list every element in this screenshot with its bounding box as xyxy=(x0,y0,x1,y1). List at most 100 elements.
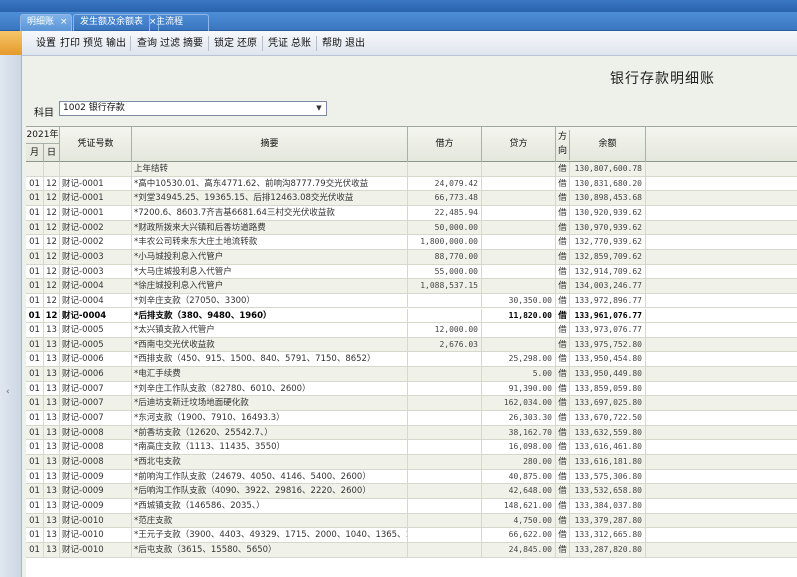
print-button[interactable]: 打印 xyxy=(60,37,80,51)
cell-empty xyxy=(646,177,797,191)
cell-balance: 133,575,306.80 xyxy=(570,469,646,484)
cell-credit xyxy=(482,337,556,352)
table-row[interactable]: 01 12 财记-0003 *小马城投利息入代管户 88,770.00 借 132,859,… xyxy=(26,249,797,265)
table-row[interactable]: 01 13 财记-0009 *西城镇支款（146586、2035、） 148,621.0… xyxy=(26,498,797,514)
cell-direction: 借 xyxy=(556,323,570,338)
cell-credit xyxy=(482,220,556,235)
cell-month: 01 xyxy=(26,396,44,411)
subject-select[interactable]: 1002 银行存款 ▼ xyxy=(59,101,327,116)
cell-voucher: 财记-0006 xyxy=(60,367,132,382)
help-button[interactable]: 帮助 xyxy=(322,37,342,51)
query-button[interactable]: 查询 xyxy=(137,37,157,51)
table-row[interactable]: 01 13 财记-0010 *后屯支款（3615、15580、5650） 24,845.… xyxy=(26,542,797,558)
cell-credit xyxy=(482,205,556,220)
cell-day: 13 xyxy=(44,498,60,513)
cell-empty xyxy=(646,455,797,469)
lock-button[interactable]: 锁定 xyxy=(214,37,234,51)
cell-direction: 借 xyxy=(556,176,570,191)
cell-debit xyxy=(408,455,482,469)
exit-button[interactable]: 退出 xyxy=(345,37,365,51)
header-year: 2021年 xyxy=(26,127,60,144)
cell-day: 12 xyxy=(44,308,60,323)
table-row[interactable]: 01 12 财记-0003 *大马庄城投利息入代管户 55,000.00 借 132,914… xyxy=(26,264,797,280)
cell-voucher: 财记-0004 xyxy=(60,279,132,294)
cell-month: 01 xyxy=(26,498,44,513)
cell-day: 12 xyxy=(44,191,60,206)
toolbar-separator xyxy=(262,36,263,51)
cell-summary: *电汇手续费 xyxy=(132,367,408,382)
cell-month: 01 xyxy=(26,293,44,308)
cell-summary: *西排支款（450、915、1500、840、5791、7150、8652） xyxy=(132,352,408,367)
table-row[interactable]: 01 12 财记-0004 *刘辛庄支款（27050、3300） 30,350.00 借 1… xyxy=(26,293,797,309)
cell-credit: 16,098.00 xyxy=(482,440,556,455)
cell-empty xyxy=(646,294,797,308)
cell-summary: *后响沟工作队支款（4090、3922、29816、2220、2600） xyxy=(132,484,408,499)
cell-direction: 借 xyxy=(556,513,570,528)
table-row[interactable]: 01 12 财记-0001 *高中10530.01、高东4771.62、前响沟8777… xyxy=(26,176,797,192)
close-icon[interactable]: × xyxy=(60,17,68,27)
voucher-button[interactable]: 凭证 xyxy=(268,37,288,51)
cell-direction: 借 xyxy=(556,337,570,352)
table-row[interactable]: 01 13 财记-0008 *南高庄支款（1113、11435、3550） 16,098… xyxy=(26,440,797,455)
table-row[interactable]: 01 13 财记-0007 *刘辛庄工作队支款（82780、6010、2600） 91,… xyxy=(26,381,797,397)
table-row[interactable]: 01 13 财记-0009 *前响沟工作队支款（24679、4050、4146、540… xyxy=(26,469,797,485)
cell-balance: 130,807,600.78 xyxy=(570,162,646,176)
table-row[interactable]: 01 13 财记-0005 *西南屯交光伏收益款 2,676.03 借 133,975,75… xyxy=(26,337,797,353)
table-row[interactable]: 01 12 财记-0004 *徐庄城投利息入代管户 1,088,537.15 借 134,0… xyxy=(26,279,797,294)
chevron-left-icon[interactable]: ‹ xyxy=(6,387,10,397)
cell-balance: 133,379,287.80 xyxy=(570,513,646,528)
table-row[interactable]: 01 12 财记-0004 *后排支款（380、9480、1960） 11,820.00… xyxy=(26,308,797,324)
header-balance: 余额 xyxy=(570,127,646,162)
cell-balance: 133,287,820.80 xyxy=(570,542,646,557)
table-row[interactable]: 01 12 财记-0001 *7200.6、8603.7齐吉基6681.64三村交光伏… xyxy=(26,205,797,221)
cell-credit xyxy=(482,162,556,176)
cell-month: 01 xyxy=(26,484,44,499)
table-row[interactable]: 01 13 财记-0006 *西排支款（450、915、1500、840、5791、7… xyxy=(26,352,797,368)
export-button[interactable]: 输出 xyxy=(106,37,126,51)
table-row[interactable]: 01 13 财记-0008 *西北屯支款 280.00 借 133,616,181.80 xyxy=(26,455,797,470)
table-row[interactable]: 01 13 财记-0009 *后响沟工作队支款（4090、3922、29816、222… xyxy=(26,484,797,499)
cell-credit: 148,621.00 xyxy=(482,498,556,513)
cell-balance: 133,632,559.80 xyxy=(570,425,646,440)
table-row[interactable]: 01 12 财记-0002 *财政所拨来大兴镇和后香坊道路费 50,000.00 借 130… xyxy=(26,220,797,236)
preview-button[interactable]: 预览 xyxy=(83,37,103,51)
table-row[interactable]: 01 13 财记-0005 *太兴镇支款入代管户 12,000.00 借 133,973,0… xyxy=(26,323,797,338)
cell-month: 01 xyxy=(26,440,44,455)
cell-empty xyxy=(646,396,797,410)
cell-direction: 借 xyxy=(556,249,570,264)
cell-day: 13 xyxy=(44,440,60,455)
ledger-table: 2021年 月 日 凭证号数 摘要 借方 贷方 方向 余额 上年结转借 130,8… xyxy=(26,126,797,577)
table-row[interactable]: 01 13 财记-0010 *王元子支款（3900、4403、49329、1715、2… xyxy=(26,528,797,543)
summary-button[interactable]: 摘要 xyxy=(183,37,203,51)
table-row[interactable]: 01 13 财记-0007 *后迪坊支新迁坟场地面硬化款 162,034.00 借 133,… xyxy=(26,396,797,412)
table-row[interactable]: 上年结转 借 130,807,600.78 xyxy=(26,162,797,177)
cell-balance: 133,532,658.80 xyxy=(570,484,646,499)
cell-debit: 88,770.00 xyxy=(408,249,482,264)
cell-summary: *前香坊支款（12620、25542.7、） xyxy=(132,425,408,440)
cell-empty xyxy=(646,323,797,337)
table-row[interactable]: 01 13 财记-0007 *东河支款（1900、7910、16493.3） 26,30… xyxy=(26,411,797,426)
table-row[interactable]: 01 13 财记-0008 *前香坊支款（12620、25542.7、） 38,162.… xyxy=(26,425,797,441)
cell-empty xyxy=(646,514,797,528)
tab-detail-ledger[interactable]: 明细账 × xyxy=(20,14,72,31)
settings-button[interactable]: 设置 xyxy=(36,37,56,51)
cell-summary: *徐庄城投利息入代管户 xyxy=(132,279,408,294)
cell-balance: 133,972,896.77 xyxy=(570,293,646,308)
cell-day: 13 xyxy=(44,337,60,352)
cell-empty xyxy=(646,221,797,235)
chevron-down-icon[interactable]: ▼ xyxy=(313,103,325,114)
cell-month: 01 xyxy=(26,425,44,440)
cell-debit xyxy=(408,528,482,543)
cell-day: 13 xyxy=(44,542,60,557)
filter-button[interactable]: 过滤 xyxy=(160,37,180,51)
restore-button[interactable]: 还原 xyxy=(237,37,257,51)
cell-voucher: 财记-0005 xyxy=(60,323,132,338)
tab-main-flow[interactable]: 主流程 xyxy=(149,14,209,31)
tab-balance-sheet[interactable]: 发生额及余额表 × xyxy=(73,14,159,31)
table-row[interactable]: 01 13 财记-0006 *电汇手续费 5.00 借 133,950,449.80 xyxy=(26,367,797,382)
table-row[interactable]: 01 13 财记-0010 *范庄支款 4,750.00 借 133,379,287.80 xyxy=(26,513,797,529)
general-ledger-button[interactable]: 总账 xyxy=(291,37,311,51)
table-row[interactable]: 01 12 财记-0001 *刘堂34945.25、19365.15、后排12463.… xyxy=(26,191,797,206)
table-row[interactable]: 01 12 财记-0002 *丰农公司转来东大庄土地流转款 1,800,000.00 借 1… xyxy=(26,235,797,250)
cell-day: 12 xyxy=(44,264,60,279)
